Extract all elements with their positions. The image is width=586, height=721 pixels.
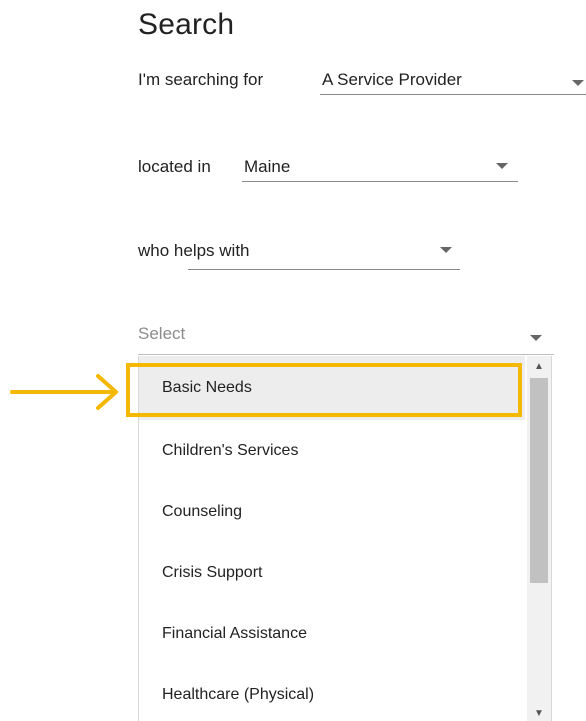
scroll-up-arrow-icon[interactable]: ▲ bbox=[527, 358, 551, 374]
location-select[interactable]: Maine bbox=[242, 155, 518, 182]
chevron-down-icon bbox=[530, 335, 542, 341]
arrow-right-icon bbox=[10, 374, 118, 410]
dropdown-scrollbar[interactable]: ▲ ▼ bbox=[527, 356, 551, 721]
category-select[interactable]: Select bbox=[138, 322, 554, 355]
chevron-down-icon bbox=[440, 247, 452, 253]
scroll-down-arrow-icon[interactable]: ▼ bbox=[527, 705, 551, 721]
location-value: Maine bbox=[244, 157, 291, 176]
search-for-value: A Service Provider bbox=[322, 70, 462, 89]
scrollbar-thumb[interactable] bbox=[530, 378, 548, 583]
chevron-down-icon bbox=[572, 80, 584, 86]
category-select-placeholder: Select bbox=[138, 324, 186, 343]
search-for-label: I'm searching for bbox=[138, 70, 264, 89]
chevron-down-icon bbox=[496, 163, 508, 169]
search-page: Search I'm searching for A Service Provi… bbox=[0, 0, 586, 721]
option-childrens-services[interactable]: Children's Services bbox=[139, 420, 525, 481]
search-for-select[interactable]: A Service Provider bbox=[320, 68, 586, 95]
option-counseling[interactable]: Counseling bbox=[139, 481, 525, 542]
option-healthcare-physical[interactable]: Healthcare (Physical) bbox=[139, 664, 525, 721]
helps-with-select[interactable] bbox=[188, 243, 460, 270]
option-financial-assistance[interactable]: Financial Assistance bbox=[139, 603, 525, 664]
page-title: Search bbox=[138, 8, 235, 41]
option-crisis-support[interactable]: Crisis Support bbox=[139, 542, 525, 603]
location-label: located in bbox=[138, 157, 211, 176]
highlight-box bbox=[126, 363, 522, 417]
